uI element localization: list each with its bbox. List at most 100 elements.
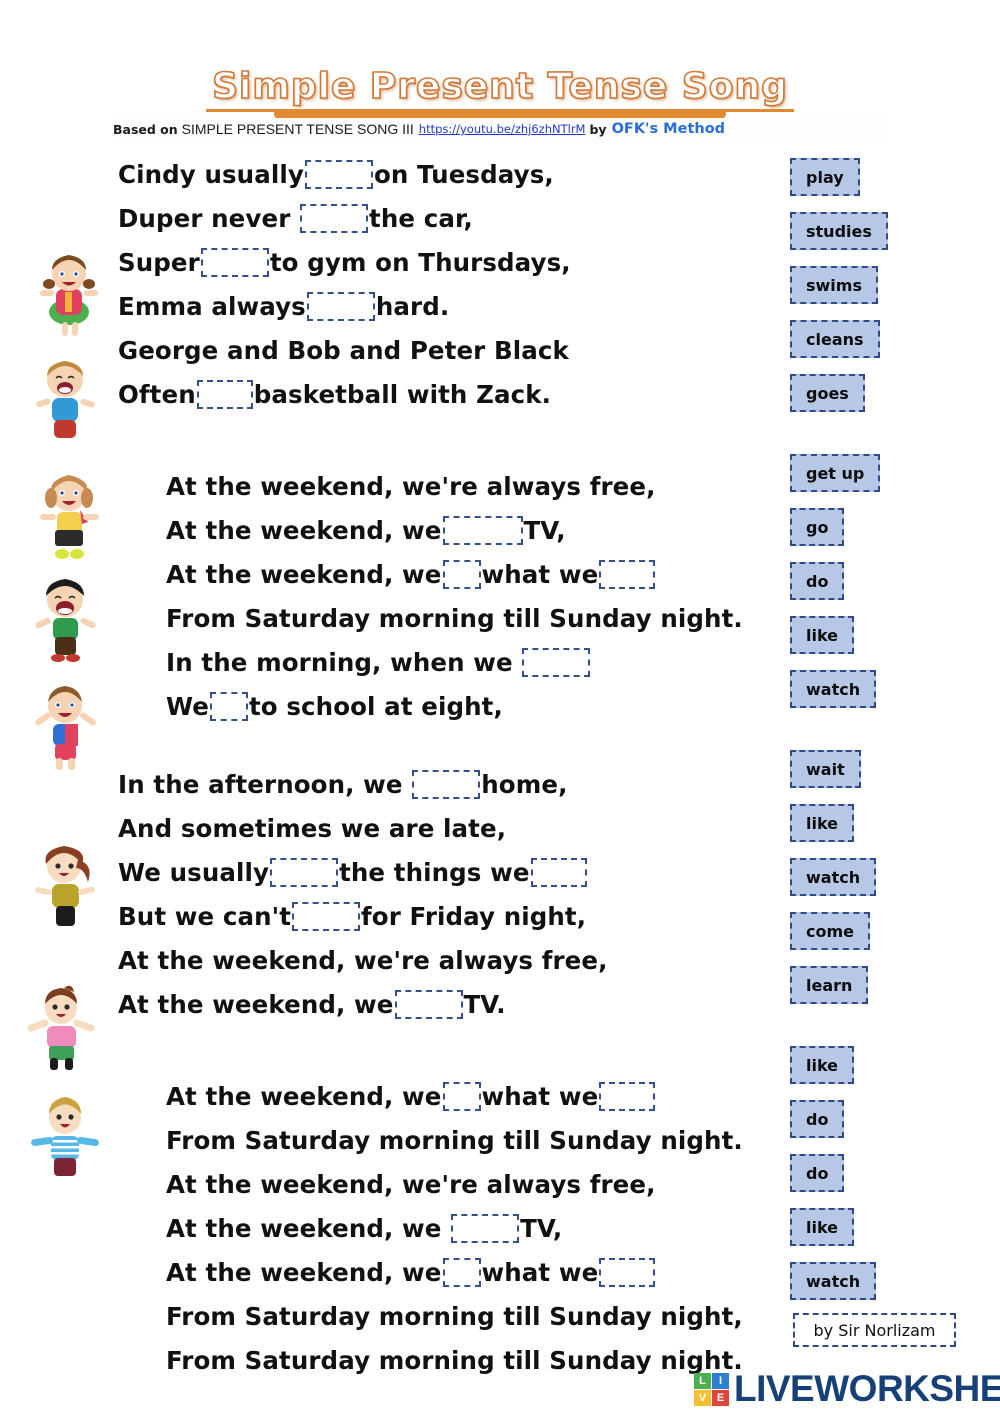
word-bank-row: goes: [790, 374, 960, 428]
character-girl-pigtails: [32, 244, 106, 340]
lyric-line: From Saturday morning till Sunday night,: [166, 1294, 743, 1338]
stanza-spacer: [118, 416, 738, 464]
word-bank-row: swims: [790, 266, 960, 320]
blank-input[interactable]: [412, 769, 481, 799]
word-chip[interactable]: get up: [790, 454, 881, 492]
lyric-text: hard.: [375, 291, 450, 321]
lyric-line: At the weekend, we what we: [166, 1250, 738, 1294]
blank-input[interactable]: [292, 901, 361, 931]
word-bank-row: watch: [790, 670, 960, 724]
blank-input[interactable]: [599, 559, 656, 589]
lyric-line: At the weekend, we're always free,: [166, 464, 738, 508]
lyric-text: At the weekend, we're always free,: [166, 1169, 656, 1199]
lyric-line: And sometimes we are late,: [118, 806, 738, 850]
word-chip[interactable]: play: [790, 158, 860, 196]
word-bank-row: like: [790, 1046, 960, 1100]
word-chip[interactable]: do: [790, 1154, 845, 1192]
word-chip[interactable]: go: [790, 508, 845, 546]
blank-input[interactable]: [196, 379, 253, 409]
word-chip[interactable]: goes: [790, 374, 865, 412]
word-chip[interactable]: studies: [790, 212, 888, 250]
blank-input[interactable]: [442, 1081, 481, 1111]
liveworksheets-logo-blocks: L I V E: [694, 1372, 729, 1406]
lyric-line: George and Bob and Peter Black: [118, 328, 738, 372]
lyric-text: what we: [481, 1081, 599, 1111]
lyric-text: for Friday night,: [361, 901, 587, 931]
blank-input[interactable]: [209, 691, 248, 721]
word-bank-row: do: [790, 562, 960, 616]
blank-input[interactable]: [599, 1257, 656, 1287]
logo-block-l: L: [694, 1372, 711, 1389]
lyric-text: Often: [118, 379, 196, 409]
blank-input[interactable]: [522, 647, 591, 677]
blank-input[interactable]: [270, 857, 339, 887]
word-bank-group-3: wait like watch come learn: [790, 750, 960, 1020]
word-bank-row: wait: [790, 750, 960, 804]
lyric-line: At the weekend, we what we: [166, 1074, 738, 1118]
lyric-text: basketball with Zack.: [253, 379, 552, 409]
credit-youtube-link[interactable]: https://youtu.be/zhj6zhNTlrM: [419, 122, 586, 136]
lyric-text: what we: [481, 1257, 599, 1287]
lyric-text: TV,: [523, 515, 566, 545]
word-chip[interactable]: watch: [790, 1262, 877, 1300]
blank-input[interactable]: [306, 291, 375, 321]
lyric-text: At the weekend, we: [166, 1081, 442, 1111]
word-chip[interactable]: cleans: [790, 320, 880, 358]
lyric-line: Super to gym on Thursdays,: [118, 240, 738, 284]
lyric-text: At the weekend, we: [166, 559, 442, 589]
lyric-line: At the weekend, we're always free,: [166, 1162, 738, 1206]
blank-input[interactable]: [300, 203, 369, 233]
blank-input[interactable]: [200, 247, 269, 277]
lyric-text: And sometimes we are late,: [118, 813, 507, 843]
lyric-line: Often basketball with Zack.: [118, 372, 738, 416]
lyric-line: In the morning, when we: [166, 640, 738, 684]
blank-input[interactable]: [530, 857, 587, 887]
lyric-text: TV.: [463, 989, 506, 1019]
blank-input[interactable]: [442, 1257, 481, 1287]
stanza-1: Cindy usually on Tuesdays, Duper never th…: [118, 152, 738, 416]
word-bank-row: do: [790, 1154, 960, 1208]
word-bank-row: like: [790, 804, 960, 858]
word-bank-row: like: [790, 1208, 960, 1262]
lyric-text: At the weekend, we: [166, 515, 442, 545]
word-chip[interactable]: like: [790, 1208, 855, 1246]
blank-input[interactable]: [451, 1213, 520, 1243]
lyric-text: In the morning, when we: [166, 647, 522, 677]
credit-method: OFK's Method: [611, 121, 726, 137]
word-chip[interactable]: watch: [790, 858, 877, 896]
blank-input[interactable]: [442, 515, 523, 545]
worksheet-header: Simple Present Tense Song Based on SIMPL…: [0, 0, 1000, 150]
word-bank-group-4: like do do like watch: [790, 1046, 960, 1316]
blank-input[interactable]: [442, 559, 481, 589]
lyric-line: At the weekend, we what we: [166, 552, 738, 596]
blank-input[interactable]: [394, 989, 463, 1019]
word-chip[interactable]: like: [790, 1046, 855, 1084]
word-bank-row: play: [790, 158, 960, 212]
word-chip[interactable]: learn: [790, 966, 869, 1004]
word-chip[interactable]: come: [790, 912, 870, 950]
blank-input[interactable]: [304, 159, 373, 189]
credit-by-label: by: [589, 121, 607, 137]
character-boy-green-shirt: [28, 570, 102, 666]
word-chip[interactable]: wait: [790, 750, 861, 788]
word-bank-row: studies: [790, 212, 960, 266]
lyric-line: From Saturday morning till Sunday night.: [166, 1338, 743, 1382]
word-chip[interactable]: swims: [790, 266, 878, 304]
word-chip[interactable]: do: [790, 562, 845, 600]
word-chip[interactable]: like: [790, 616, 855, 654]
word-bank-row: do: [790, 1100, 960, 1154]
lyric-line: We usually the things we: [118, 850, 738, 894]
word-bank-row: cleans: [790, 320, 960, 374]
lyrics-body: Cindy usually on Tuesdays, Duper never th…: [118, 152, 743, 1382]
word-chip[interactable]: watch: [790, 670, 877, 708]
lyric-text: At the weekend, we're always free,: [118, 945, 608, 975]
word-chip[interactable]: like: [790, 804, 855, 842]
logo-block-i: I: [712, 1372, 729, 1389]
lyric-text: Super: [118, 247, 200, 277]
blank-input[interactable]: [599, 1081, 656, 1111]
stanza-spacer: [118, 728, 738, 762]
word-chip[interactable]: do: [790, 1100, 845, 1138]
character-boy-striped-shirt: [28, 1088, 102, 1184]
lyric-line: Cindy usually on Tuesdays,: [118, 152, 738, 196]
lyric-text: TV,: [520, 1213, 563, 1243]
